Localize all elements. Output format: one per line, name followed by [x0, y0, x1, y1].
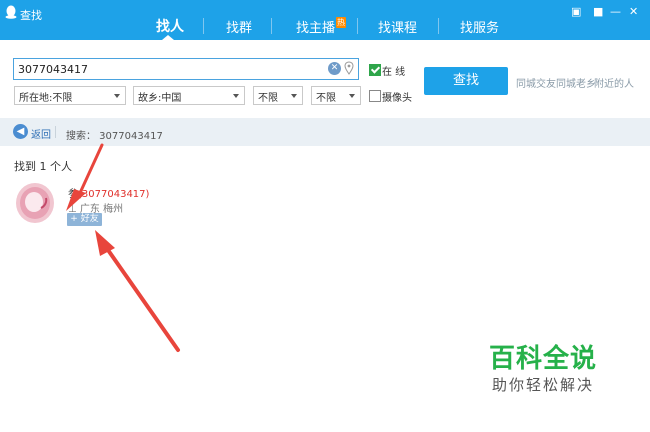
title-bar: 查找 ▣ ■ — ✕ 找人 找群 找主播热 找课程 找服务 [0, 0, 650, 40]
search-panel: ✕ 在 线 摄像头 所在地:不限 故乡:中国 不限 不限 查找 同城交友 同城老… [0, 40, 650, 118]
chevron-down-icon [349, 94, 355, 98]
search-query-echo: 搜索： 3077043417 [66, 131, 163, 142]
nav-divider [55, 126, 56, 138]
tab-find-people[interactable]: 找人 [156, 16, 184, 36]
result-nav-bar: ◀ 返回 搜索： 3077043417 [0, 118, 650, 146]
tab-find-group[interactable]: 找群 [226, 17, 252, 36]
clear-icon[interactable]: ✕ [328, 62, 341, 75]
qq-penguin-icon [5, 5, 17, 19]
search-box[interactable]: ✕ [13, 58, 359, 80]
link-nearby-people[interactable]: 附近的人 [594, 75, 634, 90]
tab-divider [271, 18, 272, 34]
tab-divider [438, 18, 439, 34]
back-link[interactable]: 返回 [31, 126, 51, 141]
tab-find-course[interactable]: 找课程 [378, 17, 417, 36]
online-checkbox[interactable] [369, 64, 381, 76]
camera-checkbox[interactable] [369, 90, 381, 102]
location-select[interactable]: 所在地:不限 [14, 86, 126, 105]
age-select[interactable]: 不限 [311, 86, 361, 105]
link-same-city-friends[interactable]: 同城交友 [516, 75, 556, 90]
result-count: 找到 1 个人 [14, 160, 72, 173]
tab-find-service[interactable]: 找服务 [460, 17, 499, 36]
tab-divider [203, 18, 204, 34]
location-pin-icon[interactable] [344, 61, 354, 75]
watermark-subtitle: 助你轻松解决 [491, 376, 594, 394]
close-button[interactable]: ✕ [629, 6, 638, 17]
annotation-arrow-down [106, 248, 180, 352]
search-input[interactable] [18, 61, 318, 77]
result-qq-number: (3077043417) [78, 189, 150, 200]
tab-find-streamer-label: 找主播 [296, 21, 336, 36]
watermark: 百科全说 助你轻松解决 [478, 343, 608, 395]
result-name[interactable]: 参(3077043417) [68, 185, 149, 200]
result-nickname: 参 [68, 189, 78, 200]
add-friend-button[interactable]: + 好友 [67, 213, 102, 226]
avatar[interactable] [14, 182, 56, 224]
chevron-down-icon [114, 94, 120, 98]
watermark-title: 百科全说 [488, 344, 597, 374]
back-arrow-icon[interactable]: ◀ [13, 124, 28, 139]
lock-icon[interactable]: ■ [593, 6, 603, 17]
gender-select-value: 不限 [258, 93, 278, 104]
tab-divider [357, 18, 358, 34]
camera-label: 摄像头 [382, 93, 412, 104]
online-label: 在 线 [382, 67, 406, 78]
age-select-value: 不限 [316, 93, 336, 104]
tab-find-streamer[interactable]: 找主播热 [296, 17, 347, 36]
minimize-button[interactable]: — [610, 6, 621, 17]
chevron-down-icon [233, 94, 239, 98]
annotation-arrowhead-down [95, 230, 115, 256]
avatar-image [14, 182, 56, 224]
find-button[interactable]: 查找 [424, 67, 508, 95]
gender-select[interactable]: 不限 [253, 86, 303, 105]
hometown-select-value: 故乡:中国 [138, 93, 182, 104]
skin-icon[interactable]: ▣ [571, 6, 581, 17]
hot-badge: 热 [336, 17, 347, 28]
link-same-city-hometown[interactable]: 同城老乡 [556, 75, 596, 90]
location-select-value: 所在地:不限 [19, 93, 73, 104]
window-title: 查找 [20, 9, 42, 22]
hometown-select[interactable]: 故乡:中国 [133, 86, 245, 105]
chevron-down-icon [291, 94, 297, 98]
